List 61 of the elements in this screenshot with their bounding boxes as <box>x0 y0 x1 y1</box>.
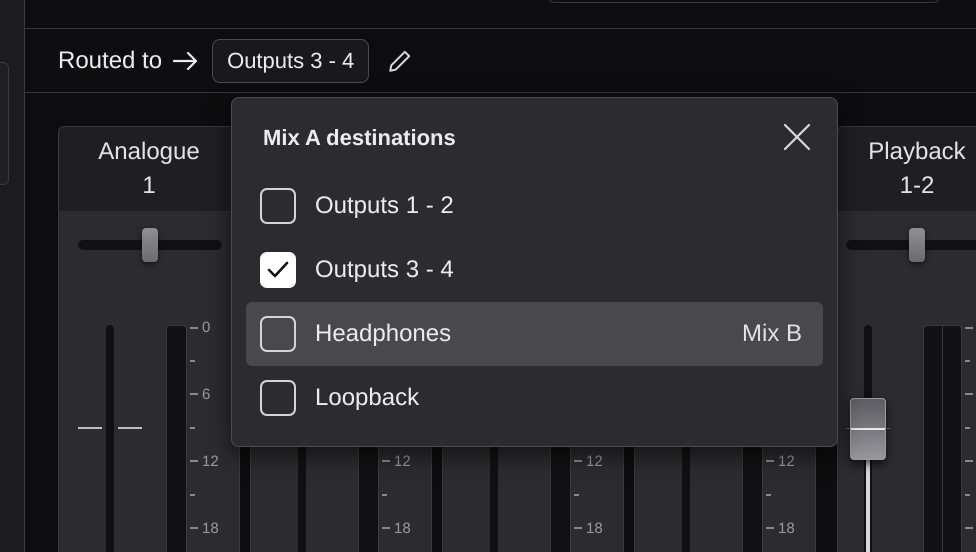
fader-thumb[interactable] <box>850 398 886 460</box>
scale-tick <box>965 460 973 462</box>
scale-label: 18 <box>202 520 219 536</box>
option-label: Outputs 1 - 2 <box>315 191 454 221</box>
scale-tick <box>965 494 970 496</box>
scale-tick <box>574 527 582 530</box>
destination-option[interactable]: Outputs 1 - 2 <box>246 174 823 238</box>
scale-tick <box>190 393 198 396</box>
destination-option[interactable]: Headphones Mix B <box>246 302 823 366</box>
pan-slider[interactable] <box>78 228 222 262</box>
checkbox[interactable] <box>260 188 296 224</box>
scale-tick <box>766 460 774 462</box>
scale-tick <box>965 426 970 429</box>
scale-tick <box>965 326 973 329</box>
scale-tick <box>382 527 390 530</box>
scale-tick <box>382 494 387 496</box>
checkbox[interactable] <box>260 380 296 416</box>
scale-tick <box>766 494 771 496</box>
routed-label: Routed to <box>58 46 162 76</box>
scale-label: 12 <box>586 454 603 469</box>
scale-tick <box>190 494 195 496</box>
scale-tick <box>766 527 774 530</box>
pan-slider[interactable] <box>846 228 976 262</box>
channel-name: Analogue <box>98 137 200 167</box>
scale-tick <box>574 494 579 496</box>
scale-tick <box>190 527 198 530</box>
option-label: Headphones <box>315 319 452 349</box>
scale-label: 18 <box>586 520 603 536</box>
destination-button[interactable]: Outputs 3 - 4 <box>212 38 370 82</box>
slider-thumb[interactable] <box>909 228 925 262</box>
scale-tick <box>965 360 970 362</box>
destination-option[interactable]: Outputs 3 - 4 <box>246 238 823 302</box>
popup-title: Mix A destinations <box>263 124 456 152</box>
option-label: Outputs 3 - 4 <box>315 255 454 285</box>
scale-tick <box>190 426 195 429</box>
scale-label: 18 <box>778 520 795 536</box>
scale-tick <box>574 460 582 462</box>
scale-tick <box>190 360 195 362</box>
scale-label: 18 <box>394 520 411 536</box>
scale-tick <box>190 460 198 462</box>
channel-name: Playback <box>868 137 966 167</box>
scale-tick <box>190 326 198 329</box>
option-label: Loopback <box>315 383 420 413</box>
volume-fader[interactable] <box>846 325 890 552</box>
channel-number: 1-2 <box>900 171 934 201</box>
scale-label: 12 <box>202 454 219 469</box>
checkbox[interactable] <box>260 316 296 352</box>
arrow-icon <box>172 50 200 70</box>
option-note: Mix B <box>742 319 802 349</box>
close-icon[interactable] <box>783 123 811 151</box>
scale-tick <box>965 393 973 396</box>
scale-label: 0 <box>202 320 210 336</box>
scale-label: 12 <box>394 454 411 469</box>
scale-tick <box>965 527 973 530</box>
scale-label: 12 <box>778 454 795 469</box>
check-icon <box>267 261 289 279</box>
channel-number: 1 <box>142 171 156 201</box>
destination-option[interactable]: Loopback <box>246 366 823 430</box>
slider-thumb[interactable] <box>142 228 158 262</box>
scale-tick <box>382 460 390 462</box>
scale-label: 6 <box>202 386 210 402</box>
